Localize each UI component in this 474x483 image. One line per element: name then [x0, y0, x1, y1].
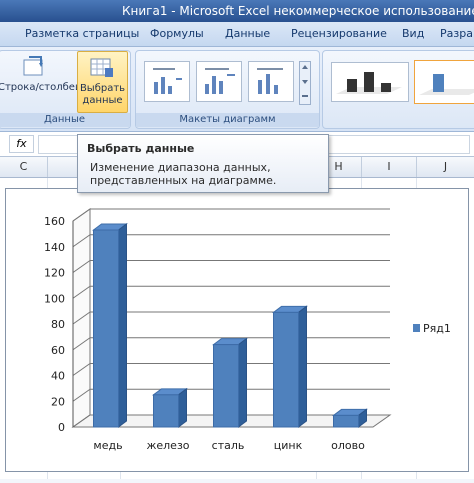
x-tick-label: цинк — [274, 439, 303, 452]
y-tick-label: 100 — [44, 292, 65, 305]
chart-layouts-group-label: Макеты диаграмм — [136, 113, 319, 127]
bar[interactable] — [153, 394, 179, 428]
chart-style-1-icon — [336, 72, 402, 94]
ribbon: Строка/столбец Выбрать данные Данные Мак… — [0, 47, 474, 132]
column-header-c[interactable]: C — [0, 157, 48, 177]
bar[interactable] — [213, 344, 239, 428]
bar-side[interactable] — [238, 337, 247, 428]
chart-styles-group — [322, 50, 474, 129]
layout-1-thumbnail[interactable] — [144, 61, 190, 102]
layout-gallery-scroll[interactable] — [299, 61, 311, 105]
layout-2-icon — [205, 68, 235, 94]
chart-layouts-group: Макеты диаграмм — [135, 50, 320, 129]
layout-3-icon — [257, 68, 283, 94]
y-tick-label: 120 — [44, 267, 65, 280]
data-group-label: Данные — [0, 113, 130, 127]
y-tick-label: 60 — [51, 344, 65, 357]
chart-plot: 0 20 40 60 80 100 120 140 160 медь железо сталь цинк… — [44, 208, 451, 452]
tab-view[interactable]: Вид — [402, 27, 424, 40]
window-titlebar: Книга1 - Microsoft Excel некоммерческое … — [0, 0, 474, 22]
expand-gallery-icon — [302, 95, 308, 97]
y-tick-label: 40 — [51, 370, 65, 383]
tooltip-title: Выбрать данные — [87, 142, 195, 155]
data-group: Строка/столбец Выбрать данные Данные — [0, 50, 131, 129]
x-tick-label: медь — [93, 439, 122, 452]
bar[interactable] — [93, 229, 119, 428]
layout-3-thumbnail[interactable] — [248, 61, 294, 102]
switch-row-column-button[interactable]: Строка/столбец — [0, 53, 82, 108]
select-data-label: Выбрать данные — [79, 83, 126, 106]
layout-1-icon — [153, 68, 182, 94]
tab-review[interactable]: Рецензирование — [291, 27, 387, 40]
select-data-tooltip: Выбрать данные Изменение диапазона данны… — [77, 134, 329, 193]
bar-side[interactable] — [118, 223, 127, 428]
select-data-icon — [90, 58, 113, 77]
chart-style-1-thumbnail[interactable] — [331, 62, 409, 102]
switch-row-column-icon — [23, 56, 43, 76]
tab-data[interactable]: Данные — [225, 27, 270, 40]
scroll-up-icon — [302, 65, 308, 69]
y-tick-label: 140 — [44, 241, 65, 254]
tab-developer[interactable]: Разра — [440, 27, 473, 40]
tab-page-layout[interactable]: Разметка страницы — [25, 27, 139, 40]
bar-side[interactable] — [178, 387, 187, 428]
select-data-button[interactable]: Выбрать данные — [77, 51, 128, 113]
y-tick-label: 160 — [44, 215, 65, 228]
chart-frame[interactable]: 0 20 40 60 80 100 120 140 160 медь железо сталь цинк… — [5, 188, 469, 472]
bar-side[interactable] — [298, 305, 307, 428]
y-tick-label: 80 — [51, 318, 65, 331]
legend-label: Ряд1 — [423, 322, 451, 335]
insert-function-button[interactable]: fx — [9, 135, 34, 153]
legend-marker — [413, 324, 420, 332]
chart-style-2-icon — [419, 74, 474, 95]
window-title: Книга1 - Microsoft Excel некоммерческое … — [122, 4, 474, 18]
switch-row-column-label: Строка/столбец — [0, 82, 82, 93]
bar[interactable] — [333, 414, 359, 428]
tab-formulas[interactable]: Формулы — [150, 27, 204, 40]
column-header-j[interactable]: J — [417, 157, 474, 177]
x-tick-label: олово — [331, 439, 365, 452]
y-tick-label: 0 — [58, 421, 65, 434]
tooltip-description: Изменение диапазона данных, представленн… — [90, 161, 277, 187]
x-tick-label: железо — [146, 439, 189, 452]
chart-style-2-thumbnail[interactable] — [414, 60, 474, 104]
ribbon-tabs: Разметка страницы Формулы Данные Рецензи… — [0, 22, 474, 47]
x-tick-label: сталь — [212, 439, 245, 452]
column-header-i[interactable]: I — [362, 157, 417, 177]
scroll-down-icon — [302, 80, 308, 84]
y-tick-label: 20 — [51, 395, 65, 408]
bar[interactable] — [273, 311, 299, 428]
layout-2-thumbnail[interactable] — [196, 61, 242, 102]
